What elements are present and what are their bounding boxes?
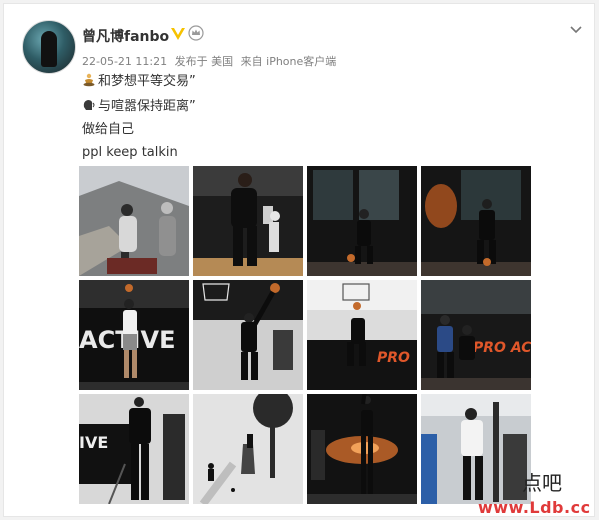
speaking-head-emoji-icon	[83, 100, 95, 110]
photo-thumbnail-3[interactable]	[307, 166, 417, 276]
meditation-emoji-icon	[83, 73, 95, 87]
photo-9-wall-text: IVE	[79, 433, 108, 452]
photo-thumbnail-4[interactable]	[421, 166, 531, 276]
photo-thumbnail-1[interactable]	[79, 166, 189, 276]
post-text-line-2: 与喧嚣保持距离”	[82, 98, 196, 115]
post-date[interactable]: 22-05-21 11:21	[82, 55, 167, 68]
watermark-text: www.Ldb.cc	[478, 498, 591, 517]
post-text-line-3: 做给自己	[82, 122, 134, 138]
photo-thumbnail-12[interactable]	[421, 394, 531, 504]
photo-thumbnail-11[interactable]	[307, 394, 417, 504]
photo-thumbnail-7[interactable]: PRO	[307, 280, 417, 390]
photo-thumbnail-2[interactable]	[193, 166, 303, 276]
photo-7-wall-text: PRO	[377, 350, 410, 366]
photo-8-wall-text: PRO AC	[473, 340, 531, 356]
photo-thumbnail-8[interactable]: PRO AC	[421, 280, 531, 390]
photo-thumbnail-10[interactable]	[193, 394, 303, 504]
post-text-line-1: 和梦想平等交易”	[82, 73, 196, 90]
post-text-line-4: ppl keep talkin	[82, 145, 178, 161]
post-text-3: 做给自己	[82, 122, 135, 137]
photo-thumbnail-9[interactable]: IVE	[79, 394, 189, 504]
post-source: 来自 iPhone客户端	[240, 55, 337, 68]
post-text-2: 与喧嚣保持距离”	[98, 99, 196, 114]
avatar-figure	[41, 31, 57, 67]
chevron-down-icon[interactable]	[568, 21, 584, 37]
post-location: 发布于 美国	[174, 55, 234, 68]
post-text-4: ppl keep talkin	[82, 145, 178, 160]
username-link[interactable]: 曾凡博fanbo	[82, 26, 169, 46]
avatar[interactable]	[22, 20, 76, 74]
post-text-1: 和梦想平等交易”	[98, 74, 196, 89]
post-meta: 22-05-21 11:21 发布于 美国 来自 iPhone客户端	[82, 53, 340, 69]
member-crown-icon	[188, 25, 204, 41]
verified-badge-icon	[171, 28, 185, 40]
photo-thumbnail-6[interactable]	[193, 280, 303, 390]
photo-thumbnail-5[interactable]: ACTIVE	[79, 280, 189, 390]
photo-grid: ACTIVE P	[79, 166, 531, 504]
